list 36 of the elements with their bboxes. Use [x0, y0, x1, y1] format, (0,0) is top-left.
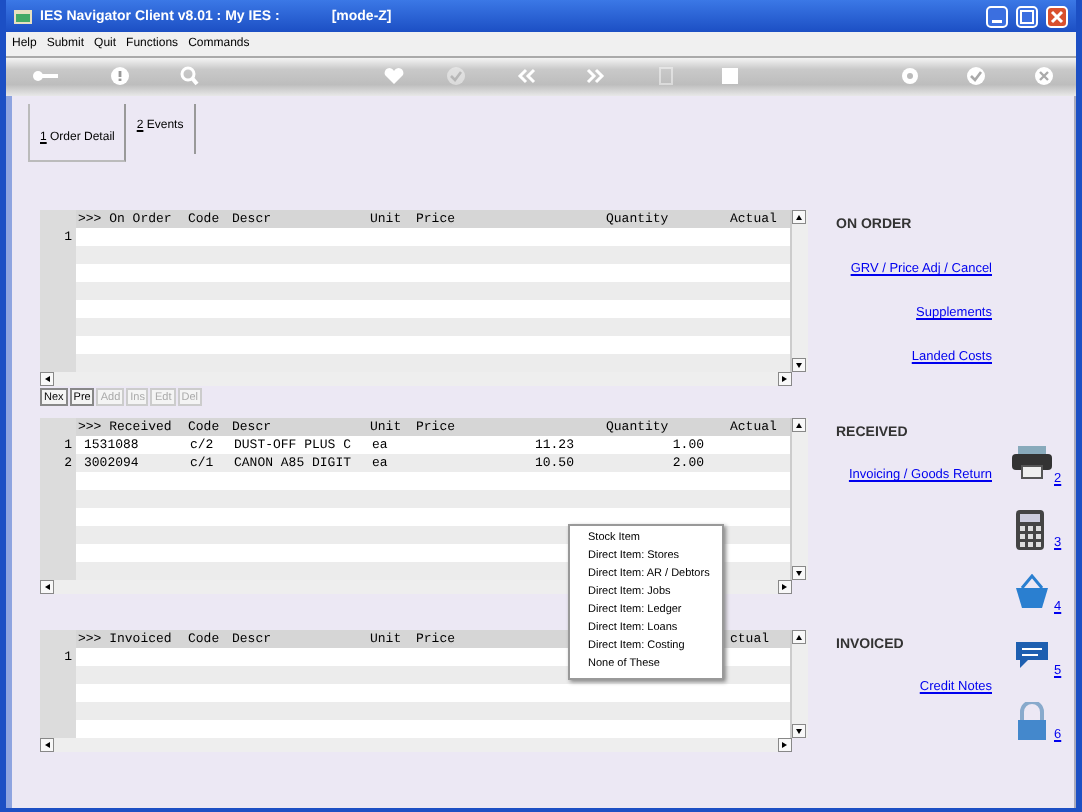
key-icon[interactable] — [30, 66, 58, 86]
double-right-arrow-icon[interactable] — [582, 66, 610, 86]
scroll-right-icon[interactable] — [778, 580, 792, 594]
scroll-right-icon[interactable] — [778, 372, 792, 386]
heart-icon[interactable] — [380, 66, 408, 86]
scroll-up-icon[interactable] — [792, 630, 807, 644]
horizontal-scrollbar[interactable] — [40, 738, 792, 752]
maximize-icon[interactable] — [1016, 5, 1038, 27]
scroll-up-icon[interactable] — [792, 210, 807, 224]
vertical-scrollbar[interactable] — [790, 210, 808, 372]
minimize-icon[interactable] — [986, 5, 1008, 27]
square-icon[interactable] — [716, 66, 744, 86]
row-header — [40, 354, 76, 372]
scroll-down-icon[interactable] — [792, 358, 807, 372]
horizontal-scrollbar[interactable] — [40, 372, 792, 386]
close-icon[interactable] — [1046, 5, 1068, 27]
scroll-left-icon[interactable] — [40, 372, 54, 386]
scroll-left-icon[interactable] — [40, 738, 54, 752]
scroll-left-icon[interactable] — [40, 580, 54, 594]
gear-icon[interactable] — [896, 66, 924, 86]
row-header — [40, 720, 76, 738]
vertical-scrollbar[interactable] — [790, 418, 808, 580]
row-header — [40, 562, 76, 580]
check-icon[interactable] — [962, 66, 990, 86]
padlock-icon[interactable] — [1012, 702, 1052, 742]
vertical-scrollbar[interactable] — [790, 630, 808, 738]
scroll-right-icon[interactable] — [778, 738, 792, 752]
scroll-down-icon[interactable] — [792, 566, 807, 580]
app-icon — [14, 7, 32, 25]
scroll-down-icon[interactable] — [792, 724, 807, 738]
scroll-up-icon[interactable] — [792, 418, 807, 432]
search-icon[interactable] — [176, 66, 204, 86]
close-icon[interactable] — [1030, 66, 1058, 86]
double-left-arrow-icon[interactable] — [512, 66, 540, 86]
basket-icon[interactable] — [1012, 574, 1052, 614]
help-icon[interactable] — [106, 66, 134, 86]
